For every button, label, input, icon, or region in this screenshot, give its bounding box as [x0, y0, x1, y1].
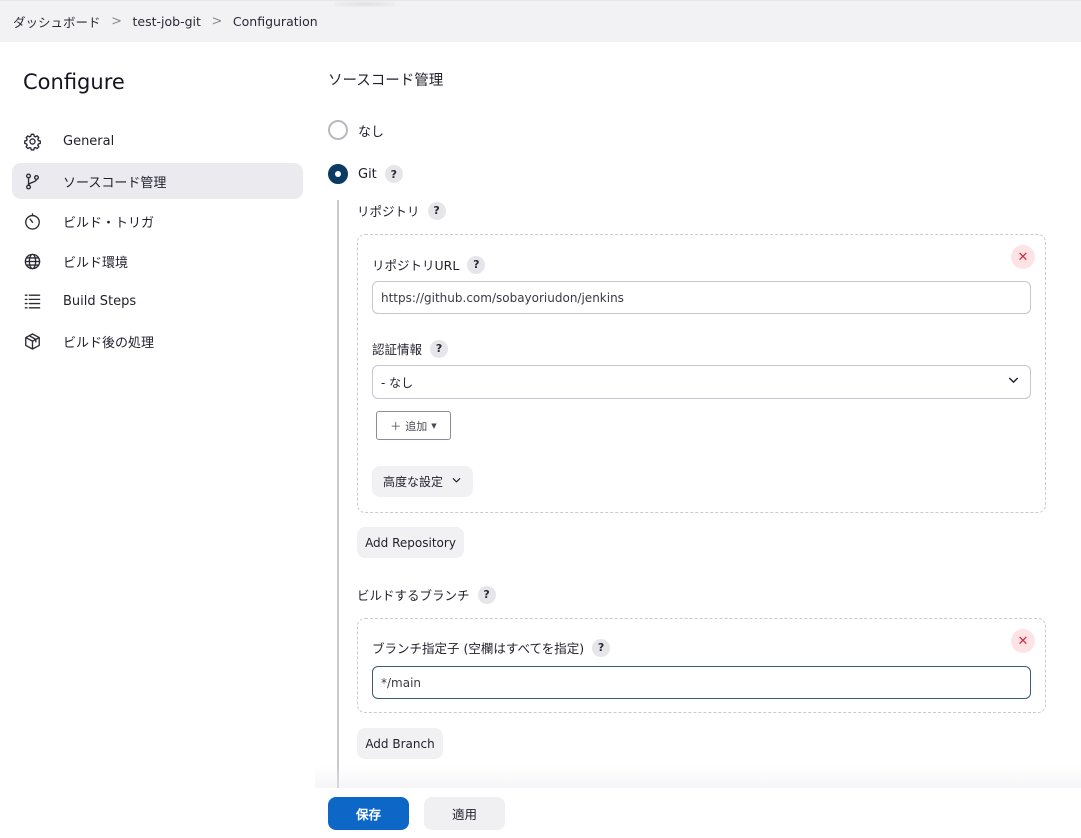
- apply-button[interactable]: 適用: [424, 797, 505, 830]
- branch-block: ✕ ブランチ指定子 (空欄はすべてを指定) ?: [357, 618, 1046, 713]
- advanced-settings-button[interactable]: 高度な設定: [372, 466, 473, 497]
- sidebar-item-build-triggers[interactable]: ビルド・トリガ: [12, 203, 303, 239]
- breadcrumb-configuration[interactable]: Configuration: [233, 14, 318, 29]
- sidebar-item-label: ビルド後の処理: [63, 335, 155, 351]
- section-indent-line: [337, 200, 339, 830]
- repository-url-input[interactable]: [372, 281, 1031, 314]
- breadcrumb-separator: >: [111, 14, 122, 29]
- sidebar-item-source-code[interactable]: ソースコード管理: [12, 163, 303, 199]
- sidebar-item-label: Build Steps: [63, 293, 137, 309]
- help-icon[interactable]: ?: [430, 339, 449, 358]
- sidebar-item-label: ソースコード管理: [63, 175, 167, 191]
- breadcrumb-job[interactable]: test-job-git: [133, 14, 201, 29]
- radio-button[interactable]: [328, 164, 348, 184]
- save-button[interactable]: 保存: [328, 797, 409, 830]
- add-credentials-label: 追加: [405, 419, 428, 433]
- gear-icon: [22, 131, 42, 151]
- chevron-down-icon: [451, 475, 462, 489]
- branch-icon: [22, 171, 42, 191]
- remove-branch-button[interactable]: ✕: [1011, 629, 1035, 653]
- action-bar: 保存 適用: [315, 788, 1081, 838]
- sidebar-title: Configure: [23, 70, 125, 94]
- sidebar-item-label: ビルド・トリガ: [63, 215, 155, 231]
- credentials-label-row: 認証情報 ?: [372, 339, 449, 358]
- credentials-select-value: - なし: [381, 375, 414, 390]
- help-icon[interactable]: ?: [384, 165, 403, 183]
- main-content: ソースコード管理 なし Git ? リポジトリ ? ✕ リポジトリURL ? 認…: [315, 42, 1081, 838]
- scm-option-none[interactable]: なし: [328, 120, 384, 140]
- radio-label: なし: [358, 124, 385, 140]
- advanced-settings-label: 高度な設定: [382, 475, 443, 489]
- repositories-label-row: リポジトリ ?: [357, 201, 446, 220]
- branches-label-row: ビルドするブランチ ?: [357, 585, 496, 604]
- decorative-shadow: [335, 1, 395, 7]
- radio-button[interactable]: [328, 120, 348, 140]
- breadcrumb-dashboard[interactable]: ダッシュボード: [13, 12, 101, 31]
- chevron-down-icon: [1007, 374, 1020, 391]
- caret-down-icon: ▼: [431, 421, 437, 430]
- add-credentials-button[interactable]: ＋ 追加 ▼: [376, 411, 451, 440]
- help-icon[interactable]: ?: [477, 585, 496, 604]
- timer-icon: [22, 211, 42, 231]
- help-icon[interactable]: ?: [427, 201, 446, 220]
- branch-specifier-input[interactable]: [372, 666, 1031, 699]
- package-icon: [22, 331, 42, 351]
- repository-url-label-row: リポジトリURL ?: [372, 255, 486, 274]
- branches-label: ビルドするブランチ: [357, 588, 470, 603]
- section-title: ソースコード管理: [328, 73, 444, 89]
- repositories-label: リポジトリ: [357, 204, 420, 219]
- repository-url-label: リポジトリURL: [372, 258, 460, 273]
- help-icon[interactable]: ?: [592, 638, 611, 657]
- branch-specifier-label-row: ブランチ指定子 (空欄はすべてを指定) ?: [372, 638, 611, 657]
- credentials-select[interactable]: - なし: [372, 365, 1031, 399]
- breadcrumb: ダッシュボード > test-job-git > Configuration: [0, 0, 1081, 42]
- sidebar-item-build-environment[interactable]: ビルド環境: [12, 243, 303, 279]
- list-icon: [22, 291, 42, 311]
- sidebar-item-label: General: [63, 133, 115, 149]
- add-branch-button[interactable]: Add Branch: [357, 728, 443, 759]
- sidebar-item-build-steps[interactable]: Build Steps: [12, 283, 303, 319]
- breadcrumb-separator: >: [211, 14, 223, 29]
- sidebar: Configure General ソースコード管理 ビルド・トリガ ビルド環境…: [0, 42, 315, 838]
- add-repository-button[interactable]: Add Repository: [357, 527, 464, 558]
- scm-option-git[interactable]: Git ?: [328, 164, 403, 184]
- sidebar-item-general[interactable]: General: [12, 123, 303, 159]
- sidebar-item-post-build[interactable]: ビルド後の処理: [12, 323, 303, 359]
- help-icon[interactable]: ?: [467, 255, 486, 274]
- branch-specifier-label: ブランチ指定子 (空欄はすべてを指定): [372, 641, 585, 656]
- repository-block: ✕ リポジトリURL ? 認証情報 ? - なし ＋ 追加 ▼ 高度な設定: [357, 234, 1046, 513]
- sidebar-item-label: ビルド環境: [63, 255, 129, 271]
- credentials-label: 認証情報: [372, 342, 423, 357]
- radio-label: Git: [358, 166, 377, 182]
- plus-icon: ＋: [390, 419, 402, 433]
- globe-icon: [22, 251, 42, 271]
- remove-repository-button[interactable]: ✕: [1011, 245, 1035, 269]
